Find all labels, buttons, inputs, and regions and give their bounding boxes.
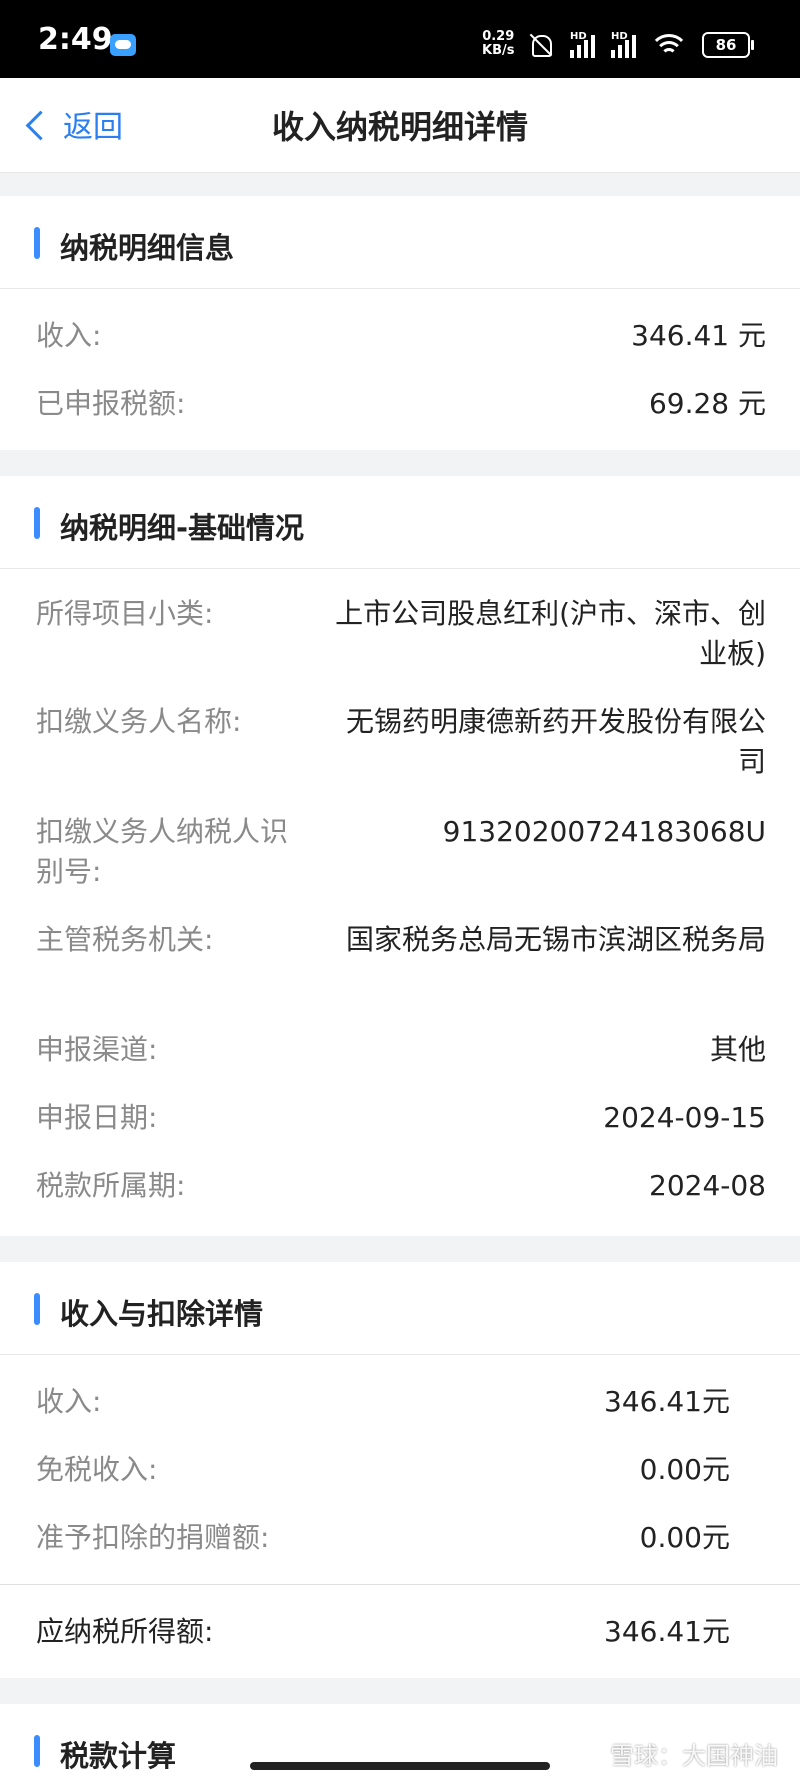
section-title: 税款计算 — [60, 1739, 177, 1773]
row-value: 无锡药明康德新药开发股份有限公司 — [345, 705, 766, 778]
row-label: 准予扣除的捐赠额: — [36, 1521, 270, 1554]
network-speed: 0.29 KB/s — [482, 30, 514, 58]
signal-icon: HD — [611, 31, 636, 58]
row-label: 扣缴义务人纳税人识别号: — [36, 815, 289, 888]
battery-icon: 86 — [702, 32, 754, 58]
section-header: 纳税明细信息 — [0, 196, 800, 289]
row-label: 已申报税额: — [36, 387, 186, 420]
cloud-app-icon — [110, 34, 136, 56]
signal-hd-label: HD — [570, 31, 587, 42]
section-title: 收入与扣除详情 — [60, 1297, 264, 1331]
basic-info-card: 纳税明细-基础情况 所得项目小类: 上市公司股息红利(沪市、深市、创业板) 扣缴… — [0, 476, 800, 1236]
row-label: 主管税务机关: — [36, 923, 214, 956]
status-bar: 2:49 0.29 KB/s HD HD 86 — [0, 0, 800, 78]
row-label: 扣缴义务人名称: — [36, 705, 242, 738]
section-accent-bar — [34, 1293, 40, 1325]
watermark: 雪球：大国神油 — [610, 1742, 778, 1770]
row-value: 上市公司股息红利(沪市、深市、创业板) — [335, 597, 766, 670]
row-value: 346.41元 — [604, 1385, 730, 1418]
signal-hd-label: HD — [611, 31, 628, 42]
section-header: 纳税明细-基础情况 — [0, 476, 800, 569]
row-value: 346.41元 — [604, 1615, 730, 1648]
signal-icon: HD — [570, 31, 595, 58]
income-deduction-card: 收入与扣除详情 收入: 346.41元 免税收入: 0.00元 准予扣除的捐赠额… — [0, 1262, 800, 1678]
row-label: 所得项目小类: — [36, 597, 214, 630]
row-value: 其他 — [709, 1033, 766, 1066]
section-title: 纳税明细信息 — [60, 231, 235, 265]
row-value: 346.41 元 — [631, 319, 766, 352]
row-value: 0.00元 — [639, 1453, 730, 1486]
nav-bar: 返回 收入纳税明细详情 — [0, 78, 800, 173]
row-value: 69.28 元 — [648, 387, 766, 420]
row-label: 收入: — [36, 319, 102, 352]
tax-info-card: 纳税明细信息 收入: 346.41 元 已申报税额: 69.28 元 — [0, 196, 800, 450]
section-accent-bar — [34, 227, 40, 259]
network-speed-value: 0.29 — [482, 29, 515, 44]
network-speed-unit: KB/s — [482, 43, 515, 58]
wifi-icon — [652, 32, 686, 58]
row-label: 申报渠道: — [36, 1033, 158, 1066]
row-value: 2024-08 — [649, 1169, 766, 1202]
row-label: 税款所属期: — [36, 1169, 186, 1202]
section-header: 收入与扣除详情 — [0, 1262, 800, 1355]
status-time: 2:49 — [38, 22, 113, 57]
section-accent-bar — [34, 507, 40, 539]
row-value: 0.00元 — [639, 1521, 730, 1554]
row-label: 免税收入: — [36, 1453, 158, 1486]
row-label: 收入: — [36, 1385, 102, 1418]
section-title: 纳税明细-基础情况 — [60, 511, 305, 545]
home-indicator[interactable] — [250, 1762, 550, 1770]
row-label: 应纳税所得额: — [36, 1615, 214, 1648]
mute-bell-icon — [528, 32, 554, 58]
page-title: 收入纳税明细详情 — [271, 108, 528, 146]
row-value: 2024-09-15 — [603, 1101, 766, 1134]
row-divider — [0, 1584, 800, 1585]
row-label: 申报日期: — [36, 1101, 158, 1134]
section-accent-bar — [34, 1735, 40, 1767]
status-icons: HD HD 86 — [528, 28, 754, 58]
row-value: 国家税务总局无锡市滨湖区税务局 — [345, 923, 766, 956]
row-value: 91320200724183068U — [442, 815, 766, 848]
